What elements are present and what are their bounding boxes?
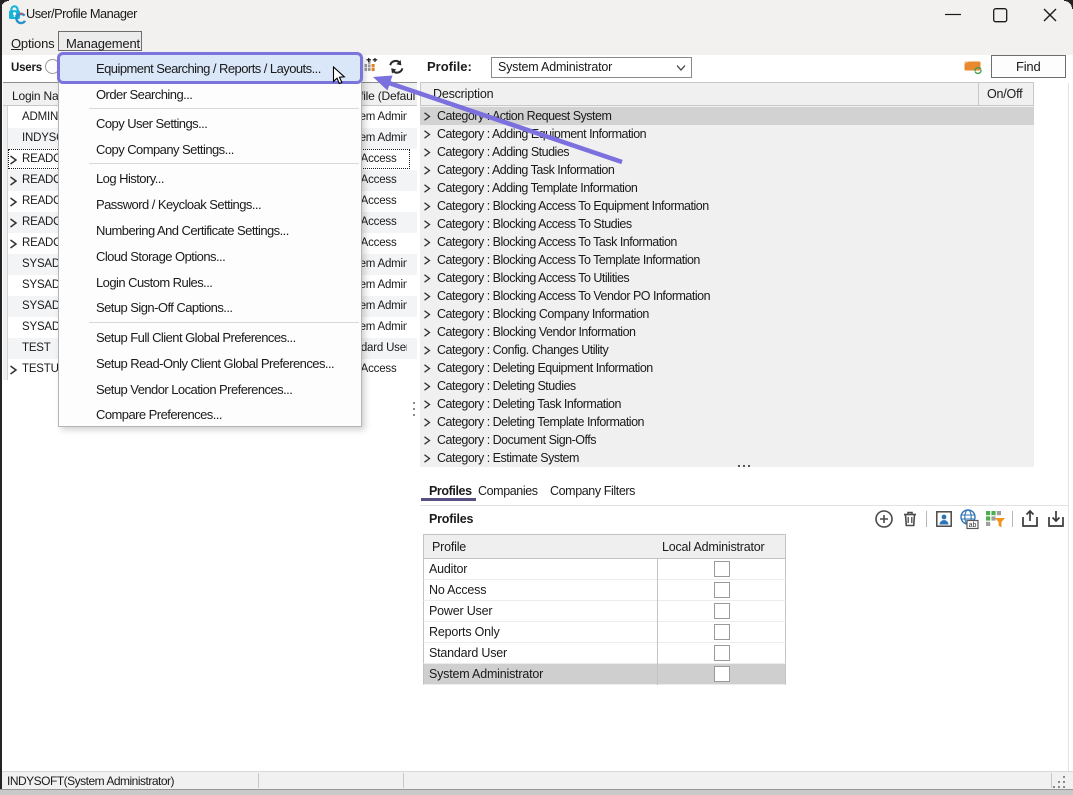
svg-text:ab: ab xyxy=(969,522,977,529)
